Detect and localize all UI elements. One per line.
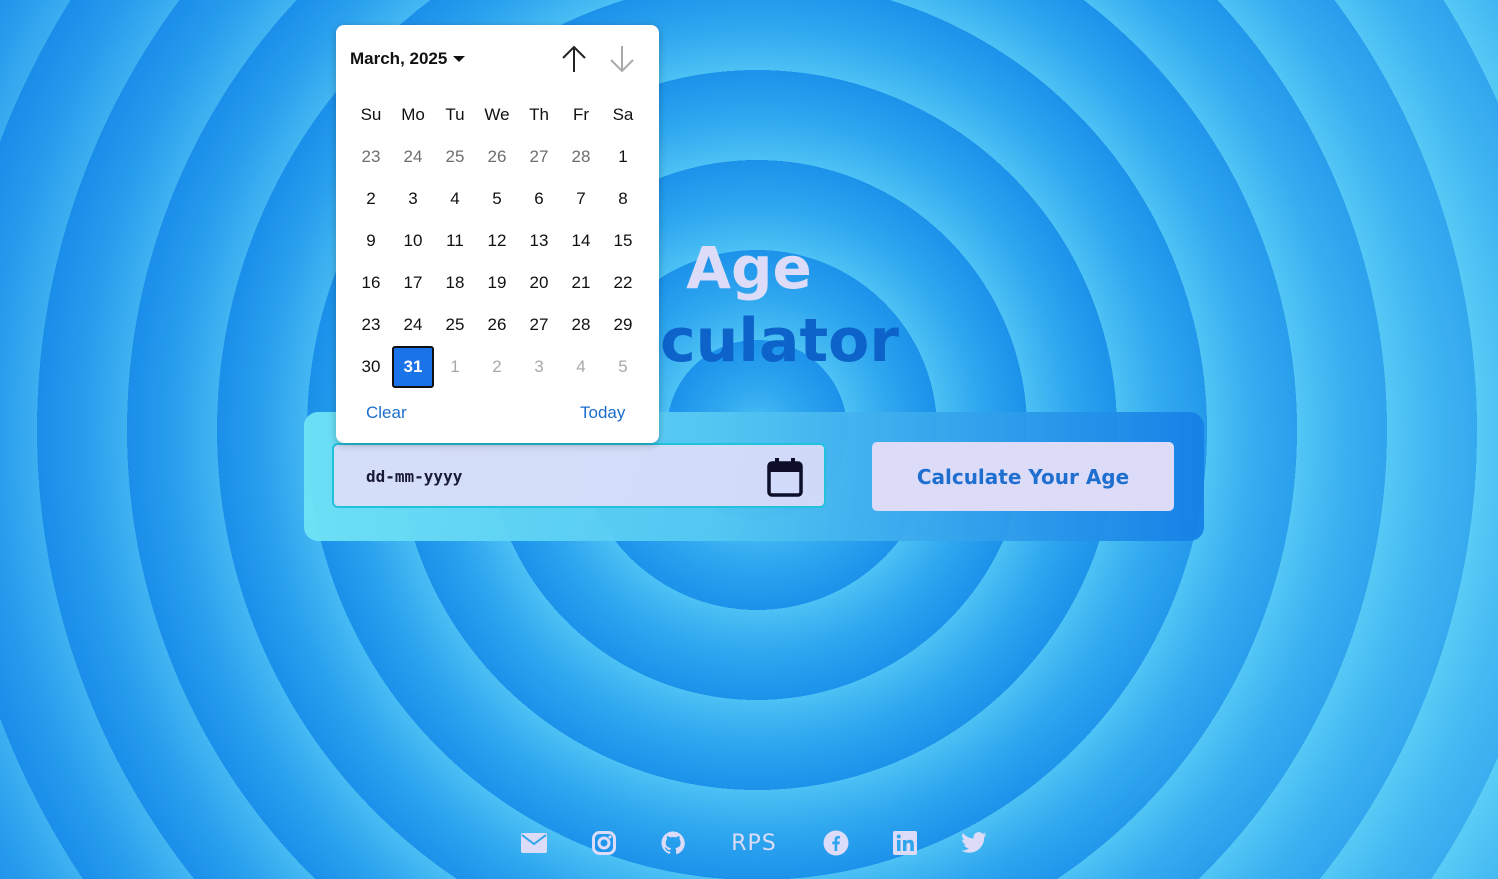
calendar-day[interactable]: 3 xyxy=(518,346,560,388)
calendar-day[interactable]: 13 xyxy=(518,220,560,262)
calendar-day[interactable]: 11 xyxy=(434,220,476,262)
calendar-day[interactable]: 10 xyxy=(392,220,434,262)
calendar-day[interactable]: 30 xyxy=(350,346,392,388)
calendar-day[interactable]: 14 xyxy=(560,220,602,262)
calendar-day-selected[interactable]: 31 xyxy=(392,346,434,388)
calendar-day[interactable]: 15 xyxy=(602,220,644,262)
calendar-day[interactable]: 25 xyxy=(434,304,476,346)
weekday-header: We xyxy=(484,105,510,124)
calendar-day[interactable]: 21 xyxy=(560,262,602,304)
weekday-header: Su xyxy=(360,105,382,124)
calendar-day[interactable]: 26 xyxy=(476,304,518,346)
month-label: March, 2025 xyxy=(350,49,448,68)
calendar-day[interactable]: 27 xyxy=(518,136,560,178)
calendar-day[interactable]: 18 xyxy=(434,262,476,304)
calendar-day[interactable]: 4 xyxy=(434,178,476,220)
mail-icon[interactable] xyxy=(520,826,548,860)
linkedin-icon[interactable] xyxy=(891,826,919,860)
rps-logo-text: RPS xyxy=(731,830,777,856)
weekday-header: Tu xyxy=(445,105,465,124)
calendar-day[interactable]: 2 xyxy=(476,346,518,388)
calendar-day[interactable]: 4 xyxy=(560,346,602,388)
weekday-header: Mo xyxy=(401,105,425,124)
calendar-day[interactable]: 1 xyxy=(602,136,644,178)
calendar-day[interactable]: 24 xyxy=(392,136,434,178)
caret-down-icon xyxy=(453,56,466,62)
calendar-icon[interactable] xyxy=(766,457,804,497)
calendar-day[interactable]: 23 xyxy=(350,136,392,178)
twitter-icon[interactable] xyxy=(960,826,988,860)
calendar-day[interactable]: 28 xyxy=(560,304,602,346)
birthdate-input[interactable]: dd-mm-yyyy xyxy=(332,443,826,508)
calendar-day[interactable]: 27 xyxy=(518,304,560,346)
arrow-down-icon[interactable] xyxy=(607,43,637,75)
calendar-day[interactable]: 2 xyxy=(350,178,392,220)
today-button[interactable]: Today xyxy=(580,403,625,423)
calendar-day[interactable]: 24 xyxy=(392,304,434,346)
birthdate-placeholder: dd-mm-yyyy xyxy=(366,467,463,486)
calendar-day[interactable]: 1 xyxy=(434,346,476,388)
calendar-day[interactable]: 20 xyxy=(518,262,560,304)
calendar-day[interactable]: 12 xyxy=(476,220,518,262)
weekday-header: Th xyxy=(529,105,549,124)
calendar-day[interactable]: 6 xyxy=(518,178,560,220)
calendar-day[interactable]: 26 xyxy=(476,136,518,178)
calendar-day[interactable]: 9 xyxy=(350,220,392,262)
arrow-up-icon[interactable] xyxy=(559,43,589,75)
month-selector[interactable]: March, 2025 xyxy=(350,49,466,69)
calendar-day[interactable]: 16 xyxy=(350,262,392,304)
calendar-day[interactable]: 29 xyxy=(602,304,644,346)
calendar-day[interactable]: 5 xyxy=(602,346,644,388)
github-icon[interactable] xyxy=(659,826,687,860)
weekday-header: Fr xyxy=(572,105,590,124)
page-title-line2: alculator xyxy=(599,306,899,376)
calendar-day[interactable]: 23 xyxy=(350,304,392,346)
calendar-grid: Su Mo Tu We Th Fr Sa 23 24 25 26 27 28 1… xyxy=(350,94,644,388)
datepicker-popup: March, 2025 Su Mo Tu We Th Fr Sa 23 24 2… xyxy=(336,25,659,443)
facebook-icon[interactable] xyxy=(822,826,850,860)
calendar-day[interactable]: 19 xyxy=(476,262,518,304)
rps-logo[interactable]: RPS xyxy=(726,826,782,860)
page-title-line1: Age xyxy=(686,234,812,302)
calendar-day[interactable]: 22 xyxy=(602,262,644,304)
calendar-day[interactable]: 5 xyxy=(476,178,518,220)
clear-button[interactable]: Clear xyxy=(366,403,407,423)
weekday-header: Sa xyxy=(612,105,634,124)
social-links: RPS xyxy=(0,826,1498,860)
calendar-day[interactable]: 25 xyxy=(434,136,476,178)
calculate-age-button[interactable]: Calculate Your Age xyxy=(872,442,1174,511)
calendar-day[interactable]: 8 xyxy=(602,178,644,220)
instagram-icon[interactable] xyxy=(590,826,618,860)
calendar-day[interactable]: 3 xyxy=(392,178,434,220)
calendar-day[interactable]: 17 xyxy=(392,262,434,304)
calendar-day[interactable]: 28 xyxy=(560,136,602,178)
calendar-day[interactable]: 7 xyxy=(560,178,602,220)
